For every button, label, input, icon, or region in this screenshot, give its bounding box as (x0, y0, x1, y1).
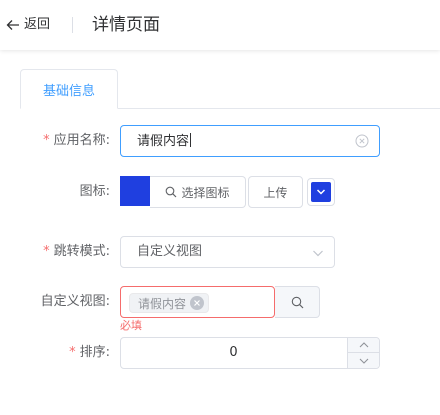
custom-view-search-button[interactable] (275, 286, 320, 318)
text-caret (190, 133, 192, 147)
chevron-up-icon (359, 342, 368, 348)
selected-tag: 请假内容 (129, 293, 210, 313)
header-divider (72, 17, 73, 33)
upload-button[interactable]: 上传 (248, 176, 303, 208)
arrow-left-icon (6, 20, 19, 30)
back-button[interactable]: 返回 (6, 17, 50, 33)
back-label: 返回 (24, 17, 51, 32)
select-icon-button[interactable]: 选择图标 (150, 176, 246, 208)
chevron-down-icon (359, 358, 368, 364)
custom-view-input[interactable]: 请假内容 (120, 286, 275, 318)
select-icon-label: 选择图标 (181, 185, 230, 200)
sort-value: 0 (229, 345, 238, 360)
color-picker[interactable] (307, 178, 335, 206)
app-name-input[interactable]: 请假内容 (120, 125, 380, 157)
app-name-value: 请假内容 (137, 133, 192, 149)
required-mark: * (43, 244, 50, 259)
icon-preview (120, 176, 150, 206)
jump-mode-value: 自定义视图 (137, 244, 203, 259)
sort-label: * 排序: (69, 345, 110, 360)
required-mark: * (43, 133, 50, 148)
app-name-label: * 应用名称: (43, 133, 110, 148)
tag-close-button[interactable] (190, 296, 205, 310)
search-icon (291, 296, 303, 308)
page-header: 返回 详情页面 (0, 0, 440, 50)
clear-icon[interactable] (355, 134, 369, 148)
icon-label: 图标: (79, 184, 110, 199)
search-icon (166, 186, 177, 198)
required-mark: * (69, 345, 76, 360)
chevron-down-icon (316, 189, 326, 195)
jump-mode-label: * 跳转模式: (43, 244, 110, 259)
color-picker-swatch (311, 182, 331, 202)
increment-button[interactable] (348, 338, 379, 353)
chevron-down-icon (313, 250, 323, 257)
close-icon (194, 300, 200, 306)
tag-label: 请假内容 (138, 296, 187, 311)
jump-mode-select[interactable]: 自定义视图 (120, 236, 335, 268)
custom-view-label: 自定义视图: (40, 294, 110, 309)
tab-label: 基础信息 (42, 83, 95, 99)
tab-basic-info[interactable]: 基础信息 (20, 69, 118, 109)
page-title: 详情页面 (92, 15, 160, 35)
sort-stepper (347, 338, 379, 368)
decrement-button[interactable] (348, 353, 379, 368)
custom-view-error: 必填 (120, 319, 142, 332)
sort-number-input[interactable]: 0 (120, 337, 380, 369)
